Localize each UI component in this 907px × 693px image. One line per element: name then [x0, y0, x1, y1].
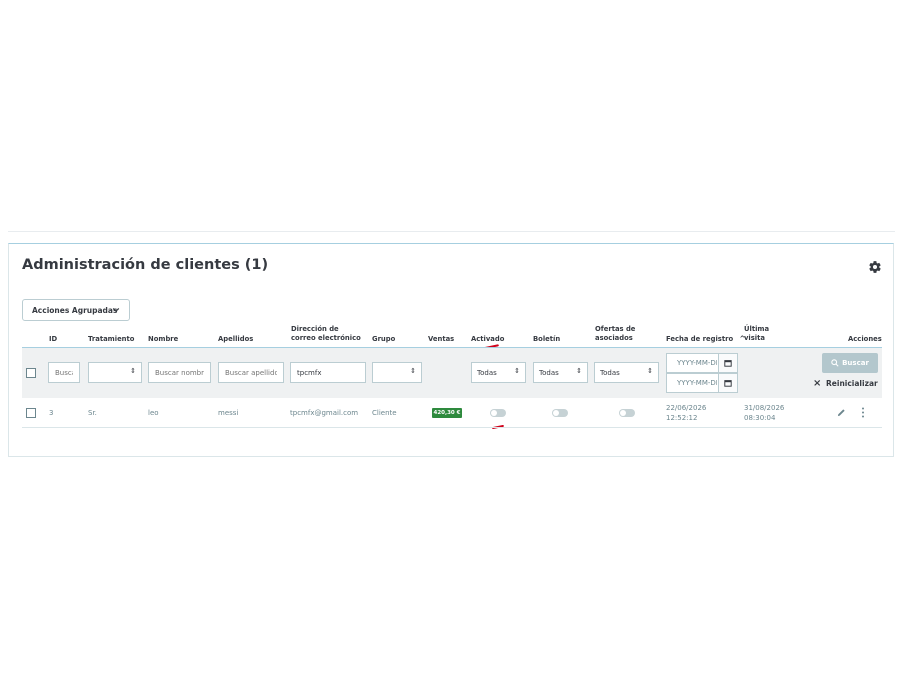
select-arrows-icon: ⇕ [647, 367, 653, 375]
cell-id: 3 [49, 409, 54, 417]
column-header-last-visit-line2: visita [744, 334, 765, 342]
select-arrows-icon: ⇕ [410, 367, 416, 375]
column-header-email-line2: correo electrónico [291, 334, 361, 342]
active-filter-value: Todas [477, 368, 497, 377]
select-arrows-icon: ⇕ [514, 367, 520, 375]
reset-filters-button[interactable]: × Reinicializar [813, 378, 878, 389]
cell-date-add-time: 12:52:12 [666, 414, 698, 422]
search-icon [831, 359, 839, 367]
column-header-group[interactable]: Grupo [372, 335, 395, 344]
column-header-firstname[interactable]: Nombre [148, 335, 178, 344]
top-divider [8, 231, 895, 232]
reset-label: Reinicializar [826, 379, 878, 388]
newsletter-toggle[interactable] [552, 409, 568, 417]
cell-last-visit: 31/08/2026 08:30:04 [744, 403, 784, 423]
cell-lastname: messi [218, 409, 239, 417]
select-all-checkbox[interactable] [26, 368, 36, 378]
column-header-newsletter[interactable]: Boletín [533, 335, 560, 344]
group-filter-select[interactable]: ⇕ [372, 362, 422, 383]
email-filter-input[interactable] [290, 362, 366, 383]
cell-last-visit-time: 08:30:04 [744, 414, 776, 422]
newsletter-filter-select[interactable]: Todas ⇕ [533, 362, 588, 383]
more-actions-icon[interactable] [861, 407, 865, 418]
lastname-filter-input[interactable] [218, 362, 284, 383]
column-header-id[interactable]: ID [49, 335, 57, 344]
bulk-actions-label: Acciones Agrupadas [32, 305, 118, 315]
cell-last-visit-date: 31/08/2026 [744, 404, 785, 412]
column-header-last-visit[interactable]: Última visita [744, 325, 769, 343]
cell-group: Cliente [372, 409, 397, 417]
column-header-last-visit-line1: Última [744, 325, 770, 333]
cell-firstname: leo [148, 409, 159, 417]
date-to-input[interactable]: YYYY-MM-DD [666, 373, 738, 393]
column-header-optin-line1: Ofertas de [595, 325, 636, 333]
edit-icon[interactable] [837, 408, 846, 417]
calendar-icon[interactable] [718, 374, 737, 392]
sales-badge: 420,30 € [432, 408, 462, 418]
row-divider [22, 427, 882, 428]
search-button[interactable]: Buscar [822, 353, 878, 373]
date-to-placeholder: YYYY-MM-DD [677, 379, 717, 387]
column-header-lastname[interactable]: Apellidos [218, 335, 253, 344]
cell-email: tpcmfx@gmail.com [290, 409, 359, 417]
date-from-input[interactable]: YYYY-MM-DD [666, 353, 738, 373]
id-filter-input[interactable] [48, 362, 80, 383]
column-header-date-add[interactable]: Fecha de registro ^ [666, 335, 745, 344]
column-header-active[interactable]: Activado [471, 335, 504, 344]
column-header-email-line1: Dirección de [291, 325, 339, 333]
column-header-sales[interactable]: Ventas [428, 335, 454, 344]
select-arrows-icon: ⇕ [130, 367, 136, 375]
optin-filter-value: Todas [600, 368, 620, 377]
column-header-optin[interactable]: Ofertas de asociados [595, 325, 635, 343]
chevron-down-icon [112, 307, 120, 313]
bulk-actions-button[interactable]: Acciones Agrupadas [22, 299, 130, 321]
column-header-social-title[interactable]: Tratamiento [88, 335, 134, 344]
active-filter-select[interactable]: Todas ⇕ [471, 362, 526, 383]
column-header-date-add-label: Fecha de registro [666, 335, 734, 343]
active-toggle[interactable] [490, 409, 506, 417]
column-header-actions: Acciones [848, 335, 882, 343]
column-header-email[interactable]: Dirección de correo electrónico [291, 325, 361, 343]
cell-date-add: 22/06/2026 12:52:12 [666, 403, 706, 423]
close-icon: × [813, 378, 822, 389]
calendar-icon[interactable] [718, 354, 737, 372]
gear-icon[interactable] [868, 260, 882, 274]
firstname-filter-input[interactable] [148, 362, 211, 383]
social-title-filter-select[interactable]: ⇕ [88, 362, 142, 383]
page-title: Administración de clientes (1) [22, 257, 269, 273]
cell-social-title: Sr. [88, 409, 97, 417]
search-button-label: Buscar [842, 359, 869, 367]
column-header-optin-line2: asociados [595, 334, 633, 342]
date-from-placeholder: YYYY-MM-DD [677, 359, 717, 367]
optin-filter-select[interactable]: Todas ⇕ [594, 362, 659, 383]
select-arrows-icon: ⇕ [576, 367, 582, 375]
cell-date-add-date: 22/06/2026 [666, 404, 707, 412]
row-checkbox[interactable] [26, 408, 36, 418]
optin-toggle[interactable] [619, 409, 635, 417]
newsletter-filter-value: Todas [539, 368, 559, 377]
